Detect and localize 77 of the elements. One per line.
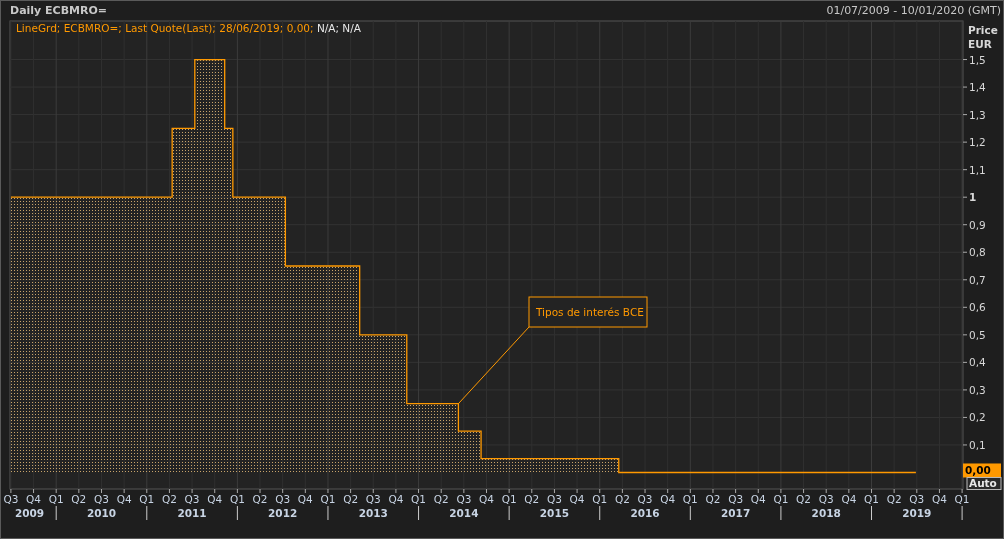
scale-mode-button[interactable]: Auto <box>966 477 1002 490</box>
axis-label: Q4 <box>750 493 766 505</box>
axis-label: Q4 <box>841 493 857 505</box>
year-label: 2017 <box>721 507 751 519</box>
axis-label: 0,3 <box>969 383 986 396</box>
axis-label: Q2 <box>705 493 721 505</box>
axis-label: Q2 <box>343 493 359 505</box>
year-label: 2010 <box>86 507 117 519</box>
axis-label: 0,9 <box>969 218 986 231</box>
axis-unit: EUR <box>968 38 992 50</box>
axis-label: Q4 <box>116 493 132 505</box>
axis-label: 1 <box>969 191 977 204</box>
axis-label: Q1 <box>48 493 64 505</box>
axis-label: Q2 <box>433 493 449 505</box>
axis-label: 0,7 <box>969 273 986 286</box>
year-label: 2011 <box>177 507 207 519</box>
axis-label: Q1 <box>139 493 155 505</box>
year-label: 2013 <box>358 507 388 519</box>
axis-label: Q3 <box>637 493 653 505</box>
axis-label: 0,2 <box>969 411 986 424</box>
legend-text: LineGrd; ECBMRO=; Last Quote(Last); 28/06/2019; 0,00; N/A; N/A <box>16 22 361 34</box>
axis-label: 0,5 <box>969 328 986 341</box>
axis-label: Q1 <box>954 493 970 505</box>
axis-label: Q4 <box>388 493 404 505</box>
axis-label: Q2 <box>886 493 902 505</box>
chart-title: Daily ECBMRO= <box>10 4 108 17</box>
axis-label: Q3 <box>546 493 562 505</box>
axis-label: Q4 <box>660 493 676 505</box>
date-range: 01/07/2009 - 10/01/2020 (GMT) <box>826 4 1001 17</box>
axis-label: Q2 <box>614 493 630 505</box>
axis-label: Q2 <box>252 493 268 505</box>
axis-label: Q1 <box>501 493 517 505</box>
axis-label: Q4 <box>207 493 223 505</box>
axis-label: Q3 <box>365 493 381 505</box>
axis-label: Q3 <box>456 493 472 505</box>
annotation-label: Tipos de interés BCE <box>536 306 644 318</box>
axis-label: Q1 <box>320 493 336 505</box>
axis-label: Q2 <box>796 493 812 505</box>
axis-label: 0,8 <box>969 246 986 259</box>
axis-label: Q2 <box>161 493 177 505</box>
axis-label: 0,6 <box>969 301 986 314</box>
axis-label: 1,1 <box>969 163 986 176</box>
axis-label: Q1 <box>411 493 427 505</box>
year-label: 2012 <box>268 507 298 519</box>
axis-label: Q3 <box>94 493 109 505</box>
axis-label: Q2 <box>71 493 87 505</box>
axis-label: 1,3 <box>969 108 986 121</box>
axis-label: Q4 <box>297 493 313 505</box>
year-label: 2019 <box>902 507 932 519</box>
axis-label: Q3 <box>275 493 291 505</box>
axis-label: 0,1 <box>969 438 986 451</box>
year-label: 2009 <box>14 507 45 519</box>
axis-label: Q1 <box>773 493 789 505</box>
axis-label: Q1 <box>682 493 698 505</box>
axis-label: Q3 <box>909 493 925 505</box>
last-value-badge: 0,00 <box>963 463 1001 478</box>
axis-label: Q4 <box>26 493 42 505</box>
axis-label: Q3 <box>3 493 19 505</box>
axis-label: Q3 <box>818 493 834 505</box>
year-label: 2016 <box>630 507 660 519</box>
axis-label: 1,2 <box>969 136 986 149</box>
axis-label: Q4 <box>931 493 947 505</box>
axis-label: 1,5 <box>969 53 986 66</box>
axis-label: Q4 <box>569 493 585 505</box>
year-label: 2014 <box>449 507 479 519</box>
axis-label: 1,4 <box>969 81 986 94</box>
axis-title: Price <box>968 24 998 36</box>
year-label: 2015 <box>539 507 570 519</box>
axis-label: Q3 <box>184 493 200 505</box>
axis-label: Q3 <box>728 493 744 505</box>
axis-label: Q1 <box>864 493 879 505</box>
axis-label: Q4 <box>479 493 494 505</box>
axis-label: Q2 <box>524 493 540 505</box>
year-label: 2018 <box>811 507 841 519</box>
axis-label: Q1 <box>229 493 245 505</box>
axis-label: Q1 <box>592 493 608 505</box>
axis-label: 0,4 <box>969 356 986 369</box>
